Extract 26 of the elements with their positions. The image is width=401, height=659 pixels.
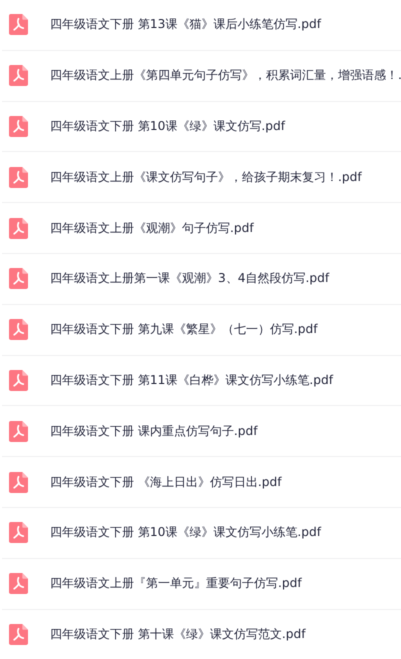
pdf-file-icon	[9, 14, 28, 36]
pdf-file-icon	[9, 370, 28, 391]
file-name[interactable]: 四年级语文上册《观潮》句子仿写.pdf	[50, 220, 254, 237]
file-name[interactable]: 四年级语文上册第一课《观潮》3、4自然段仿写.pdf	[50, 270, 330, 288]
file-name[interactable]: 四年级语文上册《课文仿写句子》，给孩子期末复习！.pdf	[50, 168, 362, 186]
file-name[interactable]: 四年级语文下册 第10课《绿》课文仿写小练笔.pdf	[50, 524, 322, 542]
pdf-file-icon	[9, 268, 28, 290]
pdf-file-icon	[9, 472, 28, 493]
pdf-file-icon	[9, 116, 28, 137]
pdf-file-icon	[9, 65, 28, 86]
file-name[interactable]: 四年级语文下册 第11课《白桦》课文仿写小练笔.pdf	[50, 372, 334, 389]
file-name[interactable]: 四年级语文上册『第一单元』重要句子仿写.pdf	[50, 575, 302, 592]
pdf-file-icon	[9, 624, 28, 646]
file-name[interactable]: 四年级语文上册《第四单元句子仿写》，积累词汇量，增强语感！.	[50, 67, 401, 84]
pdf-file-icon	[9, 420, 28, 442]
pdf-file-icon	[9, 573, 28, 594]
file-name[interactable]: 四年级语文下册 第九课《繁星》（七一）仿写.pdf	[50, 321, 318, 338]
pdf-file-icon	[9, 522, 28, 544]
file-name[interactable]: 四年级语文下册 课内重点仿写句子.pdf	[50, 422, 258, 440]
pdf-file-icon	[9, 218, 28, 239]
file-name[interactable]: 四年级语文下册 第10课《绿》课文仿写.pdf	[50, 118, 286, 135]
file-name[interactable]: 四年级语文下册 第13课《猫》课后小练笔仿写.pdf	[50, 16, 322, 34]
pdf-file-icon	[9, 166, 28, 188]
file-name[interactable]: 四年级语文下册 《海上日出》仿写日出.pdf	[50, 474, 282, 491]
file-name[interactable]: 四年级语文下册 第十课《绿》课文仿写范文.pdf	[50, 626, 306, 644]
pdf-file-icon	[9, 319, 28, 340]
